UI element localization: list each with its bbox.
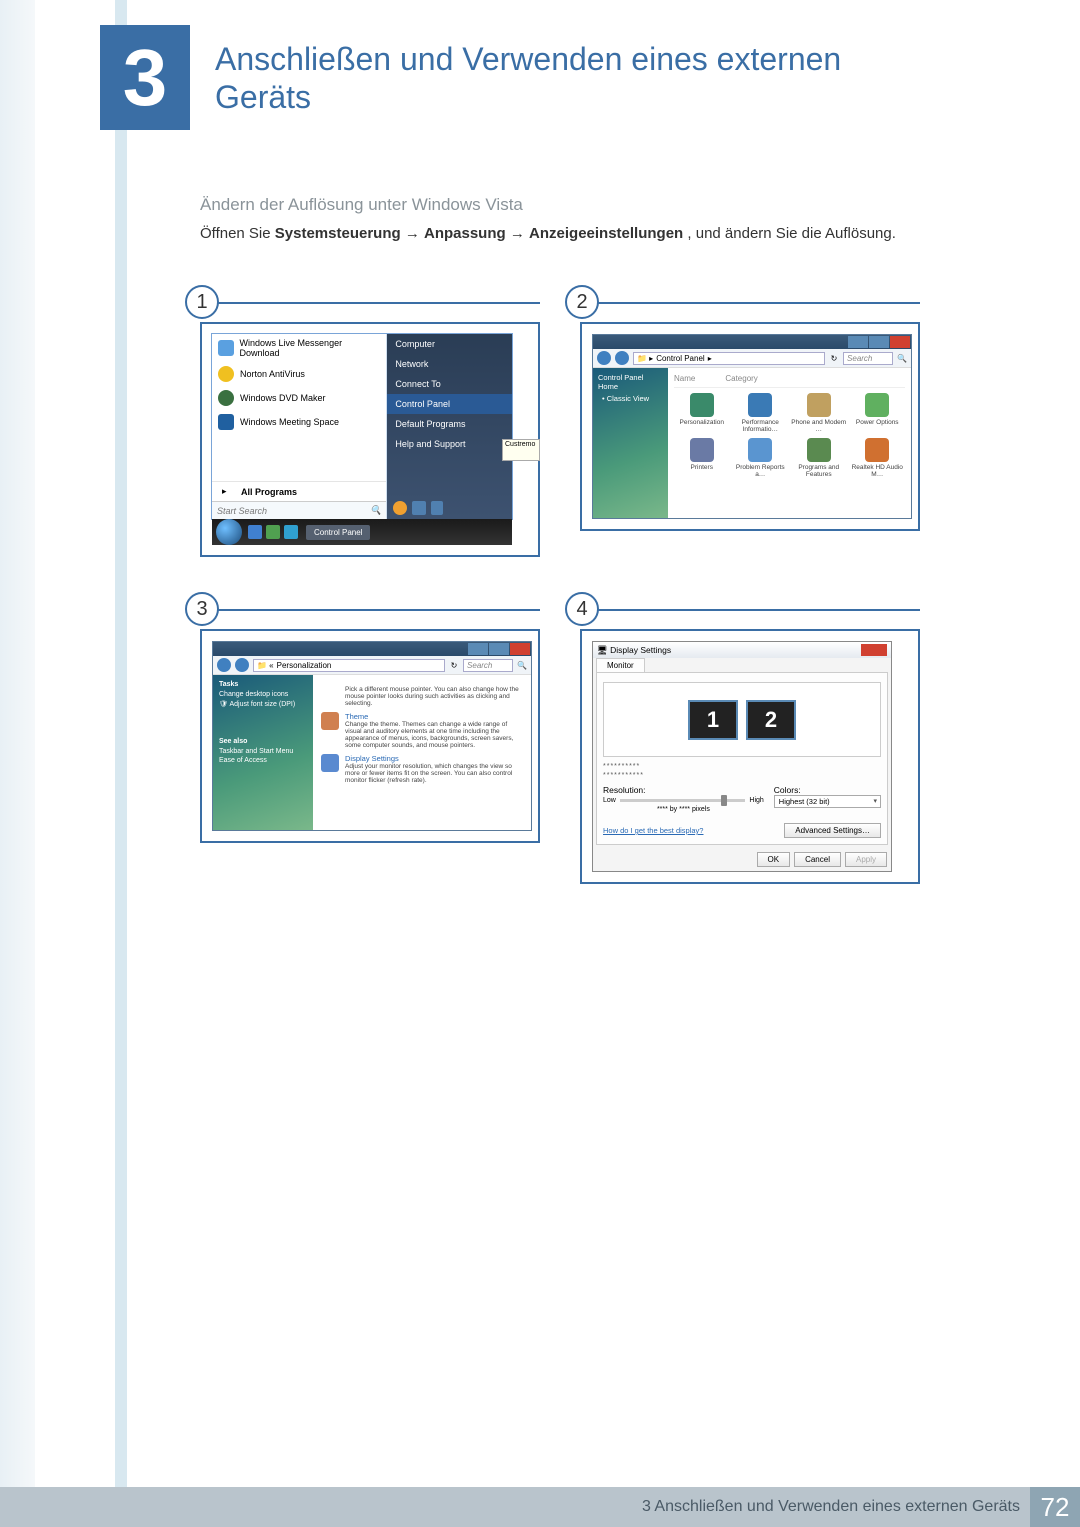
control-panel-item-icon [690,438,714,462]
instr-arrow1: → [405,225,424,242]
monitor-1-icon: 1 [688,700,738,740]
figure-number-badge: 1 [185,285,219,319]
cancel-button: Cancel [794,852,841,867]
personalization-window: 📁 « Personalization ↻ Search 🔍 Tasks Cha… [212,641,532,831]
close-icon [890,336,910,348]
entry-icon [321,754,339,772]
control-panel-window: 📁 ▸ Control Panel ▸ ↻ Search 🔍 Control P… [592,334,912,519]
taskbar: Control Panel [212,519,512,545]
control-panel-item: Problem Reports a… [733,438,789,478]
personalization-entry: Pick a different mouse pointer. You can … [321,686,523,707]
entry-icon [321,686,339,704]
close-icon [861,644,887,656]
search-icon: 🔍 [517,661,527,670]
advanced-settings-button: Advanced Settings… [784,823,881,838]
control-panel-item: Power Options [850,393,906,433]
search-icon: 🔍 [897,354,907,363]
figure-divider-line [217,609,540,611]
left-margin-gradient [0,0,35,1527]
close-icon [510,643,530,655]
control-panel-item: Programs and Features [791,438,847,478]
figure-2: 2 📁 ▸ Control Panel ▸ ↻ Search 🔍 [580,300,920,557]
page-number: 72 [1030,1487,1080,1527]
control-panel-item-icon [865,438,889,462]
control-panel-item: Personalization [674,393,730,433]
section-subtitle: Ändern der Auflösung unter Windows Vista [200,195,523,215]
control-panel-item: Performance Informatio… [733,393,789,433]
forward-icon [615,351,629,365]
lock-icon [412,501,426,515]
instr-path2: Anpassung [424,225,506,242]
help-link: How do I get the best display? [603,826,703,835]
maximize-icon [869,336,889,348]
figure-4: 4 🖥 Display Settings Monitor 1 2 *******… [580,607,920,884]
back-icon [597,351,611,365]
tooltip: Custremo [502,439,540,461]
monitor-tab: Monitor [596,658,645,672]
figure-divider-line [597,302,920,304]
instruction-text: Öffnen Sie Systemsteuerung → Anpassung →… [200,225,980,242]
apply-button: Apply [845,852,887,867]
figures-container: 1 Windows Live Messenger Download Norton… [200,300,920,934]
back-icon [217,658,231,672]
control-panel-item-icon [690,393,714,417]
display-settings-window: 🖥 Display Settings Monitor 1 2 *********… [592,641,892,872]
control-panel-item: Phone and Modem … [791,393,847,433]
chapter-title: Anschließen und Verwenden eines externen… [215,40,935,117]
start-orb-icon [216,519,242,545]
instr-path1: Systemsteuerung [275,225,401,242]
instr-suffix: , und ändern Sie die Auflösung. [687,225,896,242]
figure-3: 3 📁 « Personalization ↻ Search 🔍 [200,607,540,884]
personalization-entry: Display SettingsAdjust your monitor reso… [321,754,523,784]
ok-button: OK [757,852,791,867]
minimize-icon [848,336,868,348]
figure-number-badge: 4 [565,592,599,626]
monitor-2-icon: 2 [746,700,796,740]
quicklaunch-icon [284,525,298,539]
power-icon [393,501,407,515]
norton-icon [218,366,234,382]
shutdown-arrow-icon [431,501,443,515]
control-panel-item-icon [748,438,772,462]
messenger-icon [218,340,234,356]
personalization-entry: ThemeChange the theme. Themes can change… [321,712,523,749]
search-icon: 🔍 [370,505,381,516]
slider-thumb-icon [721,795,727,806]
figure-divider-line [217,302,540,304]
control-panel-item-icon [807,393,831,417]
control-panel-item-icon [748,393,772,417]
maximize-icon [489,643,509,655]
control-panel-item-icon [865,393,889,417]
control-panel-item: Printers [674,438,730,478]
minimize-icon [468,643,488,655]
instr-arrow2: → [510,225,529,242]
control-panel-item-icon [807,438,831,462]
dvd-maker-icon [218,390,234,406]
meeting-space-icon [218,414,234,430]
forward-icon [235,658,249,672]
entry-icon [321,712,339,730]
chapter-number: 3 [123,32,168,124]
control-panel-item: Realtek HD Audio M… [850,438,906,478]
footer-chapter-ref: 3 Anschließen und Verwenden eines extern… [642,1498,1030,1516]
vertical-accent-bar [115,0,127,1527]
figure-number-badge: 2 [565,285,599,319]
instr-prefix: Öffnen Sie [200,225,275,242]
figure-divider-line [597,609,920,611]
quicklaunch-icon [248,525,262,539]
instr-path3: Anzeigeeinstellungen [529,225,683,242]
figure-1: 1 Windows Live Messenger Download Norton… [200,300,540,557]
quicklaunch-icon [266,525,280,539]
page-footer: 3 Anschließen und Verwenden eines extern… [0,1487,1080,1527]
start-menu-screenshot: Windows Live Messenger Download Norton A… [212,334,512,519]
taskbar-button: Control Panel [306,525,370,540]
chapter-badge: 3 [100,25,190,130]
colors-dropdown: Highest (32 bit) [774,795,881,808]
figure-number-badge: 3 [185,592,219,626]
